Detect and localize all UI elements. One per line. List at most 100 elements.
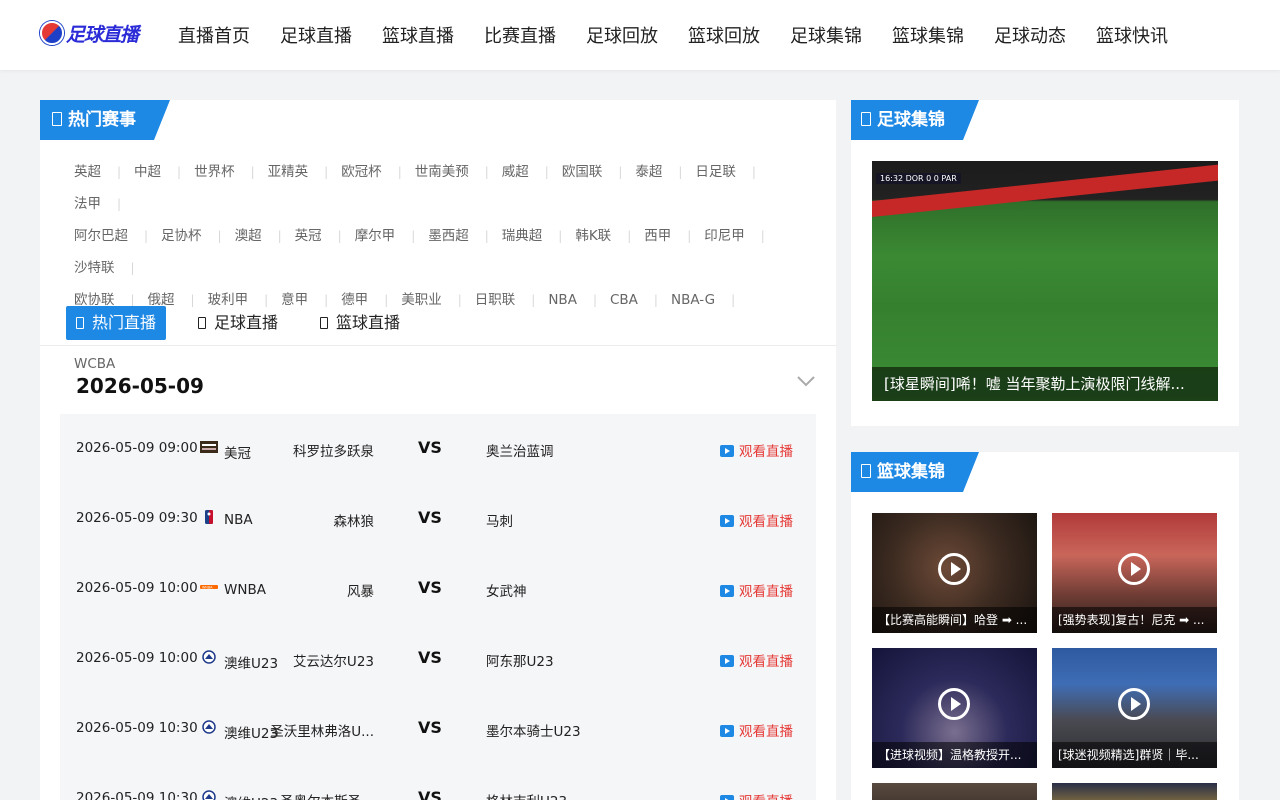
league-tag[interactable]: NBA-G: [671, 284, 748, 316]
league-tag[interactable]: 中超: [134, 156, 194, 188]
league-tag[interactable]: 瑞典超: [502, 220, 576, 252]
league-tag[interactable]: 欧冠杯: [341, 156, 415, 188]
nav-football-live[interactable]: 足球直播: [280, 22, 352, 48]
match-row[interactable]: 2026-05-09 10:30 澳维U23 圣沃里林弗洛U... VS 墨尔本骑士U2…: [60, 694, 816, 764]
watch-live-link[interactable]: 观看直播: [720, 720, 793, 740]
league-tag[interactable]: 墨西超: [428, 220, 502, 252]
match-row[interactable]: 2026-05-09 10:00 澳维U23 艾云达尔U23 VS 阿东那U23 观看直播: [60, 624, 816, 694]
watch-live-label: 观看直播: [739, 584, 793, 600]
league-tag[interactable]: 世南美预: [415, 156, 502, 188]
play-icon: [720, 725, 734, 737]
league-tag[interactable]: 欧国联: [562, 156, 636, 188]
match-league[interactable]: NBA: [224, 512, 253, 528]
league-tag[interactable]: CBA: [610, 284, 671, 316]
watch-live-link[interactable]: 观看直播: [720, 510, 793, 530]
divider: [40, 345, 836, 346]
match-league[interactable]: 美冠: [224, 442, 251, 462]
match-time: 2026-05-09 10:00: [76, 650, 198, 666]
main-nav: 直播首页 足球直播 篮球直播 比赛直播 足球回放 篮球回放 足球集锦 篮球集锦 …: [178, 0, 1198, 70]
league-tag[interactable]: 足协杯: [161, 220, 235, 252]
away-team: 墨尔本骑士U23: [486, 724, 581, 740]
schedule-date: 2026-05-09: [76, 374, 204, 398]
league-tag[interactable]: 亚精英: [268, 156, 342, 188]
video-caption: 【进球视频】温格教授开...: [872, 742, 1037, 768]
nav-basketball-live[interactable]: 篮球直播: [382, 22, 454, 48]
nav-football-highlights[interactable]: 足球集锦: [790, 22, 862, 48]
league-tag[interactable]: 阿尔巴超: [74, 220, 161, 252]
watch-live-link[interactable]: 观看直播: [720, 440, 793, 460]
feature-video[interactable]: 16:32 DOR 0 0 PAR [球星瞬间]唏！嘘 当年聚勒上演极限门线解.…: [872, 161, 1218, 401]
highlight-video-4[interactable]: [球迷视频精选]群贤｜毕...: [1052, 648, 1217, 768]
away-team: 马刺: [486, 514, 513, 530]
highlight-video-5[interactable]: [872, 783, 1037, 800]
watch-live-link[interactable]: 观看直播: [720, 650, 793, 670]
nav-basketball-highlights[interactable]: 篮球集锦: [892, 22, 964, 48]
home-team: 圣沃里林弗洛U...: [270, 724, 374, 740]
league-tag[interactable]: 泰超: [635, 156, 695, 188]
watch-live-link[interactable]: 观看直播: [720, 790, 793, 800]
basketball-highlights-title: 篮球集锦: [877, 462, 945, 482]
logo-text: 足球直播: [66, 23, 139, 46]
chevron-down-icon[interactable]: [796, 374, 816, 388]
league-tag[interactable]: 摩尔甲: [355, 220, 429, 252]
league-tag[interactable]: 日足联: [695, 156, 769, 188]
league-tag[interactable]: 威超: [502, 156, 562, 188]
vs-label: VS: [418, 578, 442, 597]
football-highlights-panel: 足球集锦 16:32 DOR 0 0 PAR [球星瞬间]唏！嘘 当年聚勒上演极…: [851, 100, 1239, 426]
play-icon: [1118, 688, 1150, 720]
league-tag[interactable]: 西甲: [644, 220, 704, 252]
home-team: 科罗拉多跃泉: [293, 444, 374, 460]
match-time: 2026-05-09 09:00: [76, 440, 198, 456]
watch-live-label: 观看直播: [739, 724, 793, 740]
hot-events-heading: 热门赛事: [40, 100, 170, 140]
match-row[interactable]: 2026-05-09 09:30 NBA 森林狼 VS 马刺 观看直播: [60, 484, 816, 554]
basketball-highlights-heading: 篮球集锦: [851, 452, 979, 492]
tab-football-live[interactable]: 足球直播: [188, 306, 288, 340]
watch-live-label: 观看直播: [739, 514, 793, 530]
nav-basketball-replay[interactable]: 篮球回放: [688, 22, 760, 48]
league-tag[interactable]: 韩K联: [575, 220, 644, 252]
match-time: 2026-05-09 10:30: [76, 720, 198, 736]
league-list: 英超中超世界杯亚精英欧冠杯世南美预威超欧国联泰超日足联法甲阿尔巴超足协杯澳超英冠…: [74, 156, 814, 380]
vs-label: VS: [418, 718, 442, 737]
nav-match-live[interactable]: 比赛直播: [484, 22, 556, 48]
league-tag[interactable]: 法甲: [74, 188, 134, 220]
highlight-video-3[interactable]: 【进球视频】温格教授开...: [872, 648, 1037, 768]
site-logo[interactable]: 足球直播: [40, 18, 146, 48]
match-league[interactable]: 澳维U23: [224, 792, 278, 800]
league-tag[interactable]: NBA: [548, 284, 610, 316]
document-icon: [861, 112, 871, 126]
league-tag[interactable]: 世界杯: [194, 156, 268, 188]
football-highlights-title: 足球集锦: [877, 110, 945, 130]
nav-football-replay[interactable]: 足球回放: [586, 22, 658, 48]
australia-logo-icon: [202, 790, 216, 800]
highlight-video-2[interactable]: [强势表现]复古！尼克 ➡ ...: [1052, 513, 1217, 633]
league-tag[interactable]: 印尼甲: [704, 220, 778, 252]
match-league[interactable]: WNBA: [224, 582, 266, 598]
vs-label: VS: [418, 438, 442, 457]
highlight-video-1[interactable]: 【比赛高能瞬间】哈登 ➡ ...: [872, 513, 1037, 633]
tab-basketball-live[interactable]: 篮球直播: [310, 306, 410, 340]
home-team: 森林狼: [333, 514, 375, 530]
league-tag[interactable]: 英冠: [295, 220, 355, 252]
league-tag[interactable]: 日职联: [475, 284, 549, 316]
match-row[interactable]: 2026-05-09 10:30 澳维U23圣奥尔本斯圣... VS 格林吉利U23 观…: [60, 764, 816, 800]
league-tag[interactable]: 澳超: [235, 220, 295, 252]
match-row[interactable]: 2026-05-09 10:00 WNBA WNBA 风暴 VS 女武神 观看直播: [60, 554, 816, 624]
nav-basketball-news[interactable]: 篮球快讯: [1096, 22, 1168, 48]
match-row[interactable]: 2026-05-09 09:00 美冠 科罗拉多跃泉 VS 奥兰治蓝调 观看直播: [60, 414, 816, 484]
away-team: 阿东那U23: [486, 654, 554, 670]
football-highlights-heading: 足球集锦: [851, 100, 979, 140]
video-thumbnail: [872, 783, 1037, 800]
feature-caption: [球星瞬间]唏！嘘 当年聚勒上演极限门线解...: [872, 367, 1218, 401]
match-league[interactable]: 澳维U23: [224, 652, 278, 672]
home-team: 圣奥尔本斯圣...: [280, 790, 374, 800]
nav-home[interactable]: 直播首页: [178, 22, 250, 48]
watch-live-link[interactable]: 观看直播: [720, 580, 793, 600]
highlight-video-6[interactable]: [1052, 783, 1217, 800]
league-tag[interactable]: 英超: [74, 156, 134, 188]
league-tag[interactable]: 沙特联: [74, 252, 148, 284]
tab-hot-live[interactable]: 热门直播: [66, 306, 167, 340]
nav-football-news[interactable]: 足球动态: [994, 22, 1066, 48]
basketball-highlights-panel: 篮球集锦 【比赛高能瞬间】哈登 ➡ ... [强势表现]复古！尼克 ➡ ... …: [851, 452, 1239, 800]
